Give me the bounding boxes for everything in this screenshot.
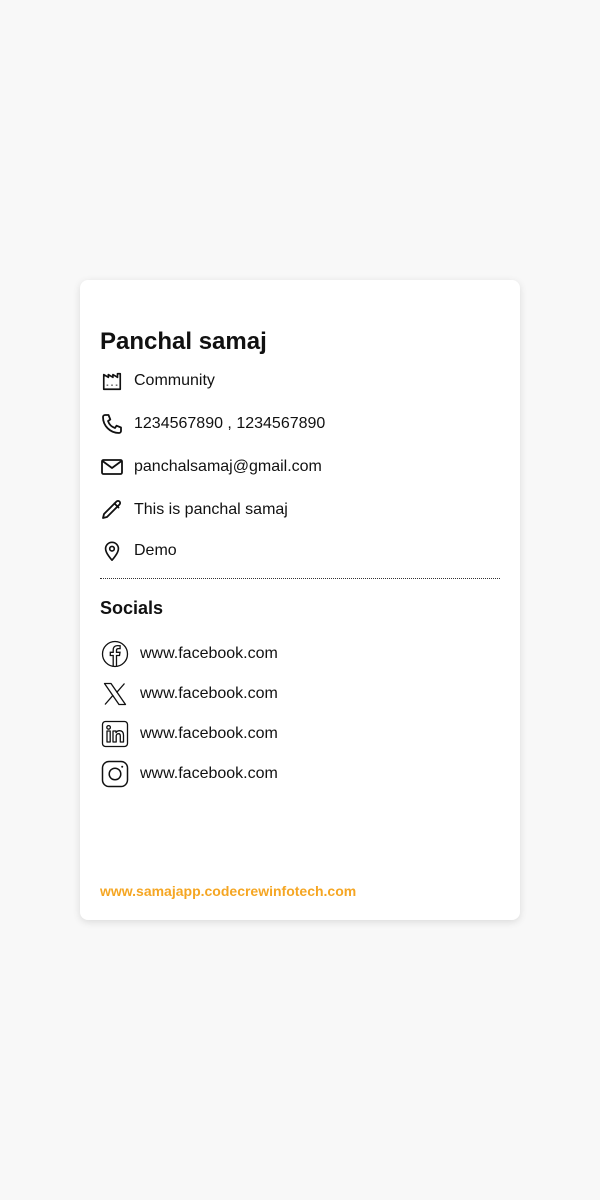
footer-website-link[interactable]: www.samajapp.codecrewinfotech.com bbox=[100, 883, 356, 899]
social-link-facebook[interactable]: www.facebook.com bbox=[100, 639, 278, 669]
instagram-icon bbox=[100, 759, 130, 789]
location-text: Demo bbox=[134, 542, 177, 559]
socials-heading: Socials bbox=[100, 598, 164, 618]
factory-icon bbox=[100, 369, 124, 393]
mail-icon bbox=[100, 455, 124, 479]
location-pin-icon bbox=[100, 539, 124, 563]
profile-card: Panchal samaj Community 1234567890 , 123… bbox=[80, 280, 520, 920]
description-row: This is panchal samaj bbox=[100, 498, 288, 522]
divider bbox=[100, 578, 500, 579]
facebook-icon bbox=[100, 639, 130, 669]
phone-row: 1234567890 , 1234567890 bbox=[100, 412, 325, 436]
social-link-linkedin[interactable]: www.facebook.com bbox=[100, 719, 278, 749]
pencil-icon bbox=[100, 498, 124, 522]
x-link-text[interactable]: www.facebook.com bbox=[140, 685, 278, 703]
email-row: panchalsamaj@gmail.com bbox=[100, 455, 322, 479]
email-text: panchalsamaj@gmail.com bbox=[134, 458, 322, 475]
phone-text: 1234567890 , 1234567890 bbox=[134, 415, 326, 432]
linkedin-icon bbox=[100, 719, 130, 749]
social-link-x[interactable]: www.facebook.com bbox=[100, 679, 278, 709]
linkedin-link-text[interactable]: www.facebook.com bbox=[140, 725, 278, 743]
category-row: Community bbox=[100, 369, 215, 393]
location-row: Demo bbox=[100, 539, 177, 563]
description-text: This is panchal samaj bbox=[134, 501, 288, 518]
instagram-link-text[interactable]: www.facebook.com bbox=[140, 765, 278, 783]
social-link-instagram[interactable]: www.facebook.com bbox=[100, 759, 278, 789]
x-twitter-icon bbox=[100, 679, 130, 709]
phone-icon bbox=[100, 412, 124, 436]
facebook-link-text[interactable]: www.facebook.com bbox=[140, 645, 278, 663]
category-text: Community bbox=[134, 372, 215, 389]
page-title: Panchal samaj bbox=[100, 328, 267, 355]
